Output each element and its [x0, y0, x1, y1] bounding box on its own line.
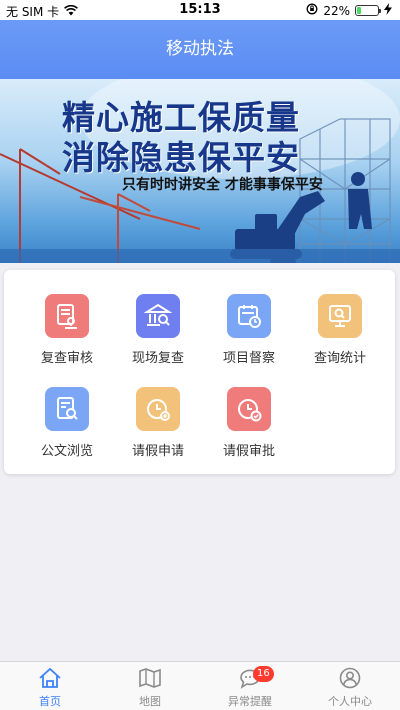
battery-icon — [355, 5, 381, 16]
review-icon — [45, 294, 89, 338]
menu-project-supervision[interactable]: 项目督察 — [214, 294, 284, 369]
message-icon — [200, 667, 300, 691]
page-title: 移动执法 — [166, 39, 234, 59]
menu-label: 查询统计 — [313, 351, 366, 366]
bottom-tab-bar: 首页 地图 异常提醒 个人中心 16 — [0, 661, 400, 710]
document-browse-icon — [45, 387, 89, 431]
banner-slogan: 只有时时讲安全 才能事事保平安 — [122, 177, 323, 193]
menu-query-stats[interactable]: 查询统计 — [305, 294, 375, 369]
charging-icon — [384, 3, 392, 18]
tab-label: 首页 — [39, 695, 61, 708]
map-icon — [100, 667, 200, 691]
menu-leave-apply[interactable]: 请假申请 — [123, 387, 193, 462]
site-inspection-icon — [136, 294, 180, 338]
menu-leave-approve[interactable]: 请假审批 — [214, 387, 284, 462]
tab-label: 异常提醒 — [228, 695, 272, 708]
leave-apply-icon — [136, 387, 180, 431]
tab-label: 个人中心 — [328, 695, 372, 708]
orientation-lock-icon — [306, 3, 318, 18]
project-calendar-icon — [227, 294, 271, 338]
home-icon — [0, 667, 100, 691]
tab-home[interactable]: 首页 — [0, 662, 100, 710]
banner-line2: 消除隐患保平安 — [62, 138, 300, 177]
menu-label: 项目督察 — [222, 351, 275, 366]
status-bar: 无 SIM 卡 15:13 22% — [0, 0, 400, 20]
query-stats-icon — [318, 294, 362, 338]
menu-label: 现场复查 — [131, 351, 184, 366]
menu-site-inspection[interactable]: 现场复查 — [123, 294, 193, 369]
tab-map[interactable]: 地图 — [100, 662, 200, 710]
menu-review[interactable]: 复查审核 — [32, 294, 102, 369]
user-icon — [300, 667, 400, 691]
menu-label: 请假申请 — [131, 444, 184, 459]
menu-document-browse[interactable]: 公文浏览 — [32, 387, 102, 462]
menu-label: 复查审核 — [40, 351, 93, 366]
page-header: 移动执法 — [0, 20, 400, 79]
alert-count-badge: 16 — [253, 666, 274, 682]
battery-percent: 22% — [323, 3, 350, 18]
function-menu: 复查审核 现场复查 项目督察 查询统计 公文浏览 请假申请 请假审批 — [4, 270, 395, 474]
safety-banner: 精心施工保质量 消除隐患保平安 只有时时讲安全 才能事事保平安 — [0, 79, 400, 263]
menu-label: 公文浏览 — [40, 444, 93, 459]
tab-alerts[interactable]: 异常提醒 — [200, 662, 300, 710]
leave-approve-icon — [227, 387, 271, 431]
menu-label: 请假审批 — [222, 444, 275, 459]
tab-profile[interactable]: 个人中心 — [300, 662, 400, 710]
tab-label: 地图 — [139, 695, 161, 708]
